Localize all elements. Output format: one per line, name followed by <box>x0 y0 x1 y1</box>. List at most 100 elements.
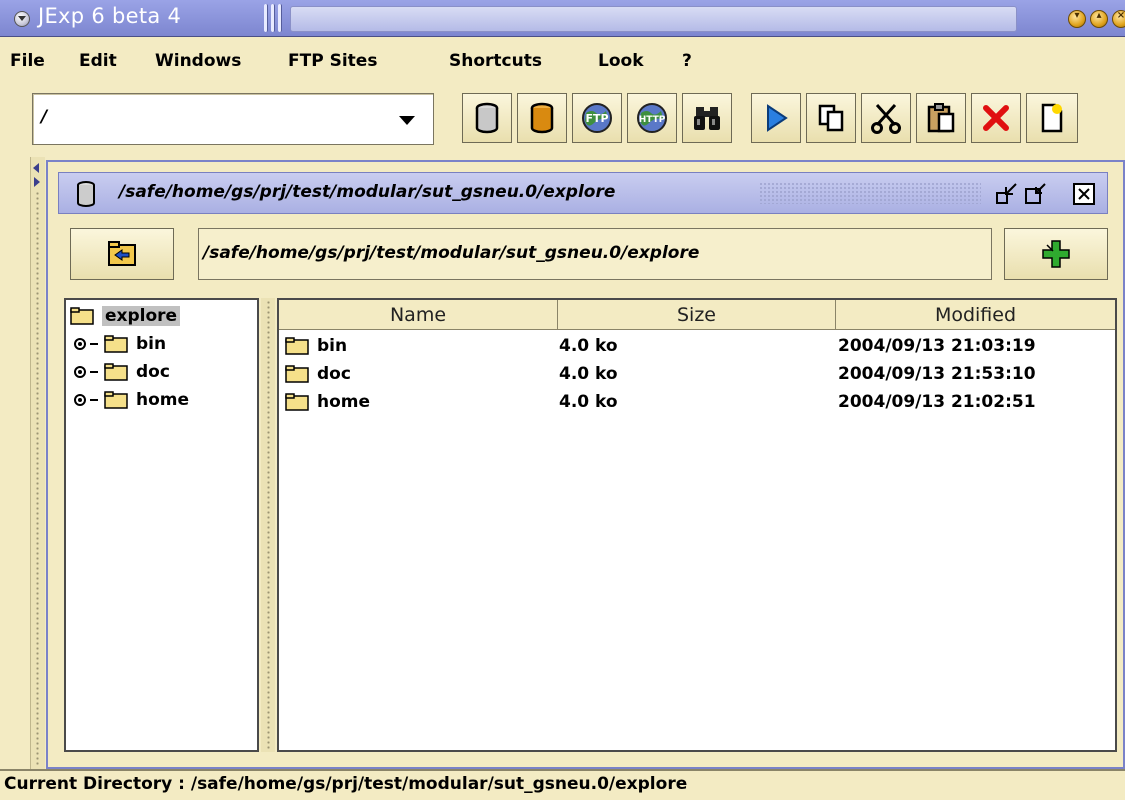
remote-disk-icon <box>530 102 554 134</box>
expand-handle-icon[interactable] <box>74 366 86 378</box>
ftp-globe-icon: FTP <box>582 103 612 133</box>
explorer-frame-titlebar[interactable]: /safe/home/gs/prj/test/modular/sut_gsneu… <box>58 172 1108 214</box>
collapse-left-icon[interactable] <box>33 163 39 173</box>
folder-icon <box>285 365 309 383</box>
cut-scissors-icon <box>871 103 901 134</box>
cut-button[interactable] <box>861 93 911 143</box>
play-arrow-icon <box>767 104 788 132</box>
column-header-size[interactable]: Size <box>558 300 836 330</box>
binoculars-icon <box>694 107 720 130</box>
paste-icon <box>927 103 955 133</box>
menu-edit[interactable]: Edit <box>79 51 117 71</box>
menu-ftp-sites[interactable]: FTP Sites <box>288 51 377 71</box>
column-header-modified[interactable]: Modified <box>836 300 1115 330</box>
tree-label: home <box>136 390 190 410</box>
cell-name: doc <box>285 360 351 388</box>
ftp-button[interactable]: FTP <box>572 93 622 143</box>
parent-folder-button[interactable] <box>70 228 174 280</box>
find-button[interactable] <box>682 93 732 143</box>
window-titlebar[interactable]: JExp 6 beta 4 <box>0 0 1125 37</box>
tree-label: doc <box>136 362 170 382</box>
menu-help[interactable]: ? <box>682 51 692 71</box>
folder-icon <box>104 335 128 353</box>
folder-icon <box>70 307 94 325</box>
new-file-icon <box>1041 103 1063 133</box>
window-menu-icon[interactable] <box>14 11 30 27</box>
close-icon[interactable] <box>1112 10 1125 28</box>
table-row[interactable]: home 4.0 ko 2004/09/13 21:02:51 <box>279 388 1115 416</box>
maximize-icon[interactable] <box>1090 10 1108 28</box>
status-bar: Current Directory : /safe/home/gs/prj/te… <box>0 769 1125 800</box>
path-bar: /safe/home/gs/prj/test/modular/sut_gsneu… <box>58 224 1108 286</box>
http-button[interactable]: HTTP <box>627 93 677 143</box>
tree-node-home[interactable]: home <box>74 388 189 412</box>
expand-handle-icon[interactable] <box>74 338 86 350</box>
menu-windows[interactable]: Windows <box>155 51 241 71</box>
add-location-button[interactable] <box>1004 228 1108 280</box>
new-file-button[interactable] <box>1026 93 1078 143</box>
tree-node-bin[interactable]: bin <box>74 332 166 356</box>
expand-handle-icon[interactable] <box>74 394 86 406</box>
file-modified: 2004/09/13 21:02:51 <box>838 392 1036 412</box>
copy-button[interactable] <box>806 93 856 143</box>
file-name: bin <box>317 336 348 356</box>
chevron-down-icon[interactable] <box>399 116 415 125</box>
cell-name: home <box>285 388 370 416</box>
local-disk-button[interactable] <box>462 93 512 143</box>
path-field[interactable]: /safe/home/gs/prj/test/modular/sut_gsneu… <box>198 228 992 280</box>
file-size: 4.0 ko <box>559 364 618 384</box>
file-size: 4.0 ko <box>559 336 618 356</box>
iconify-icon[interactable] <box>994 181 1020 207</box>
window-title: JExp 6 beta 4 <box>38 4 182 28</box>
add-plus-icon <box>1042 240 1070 268</box>
tree-label: explore <box>102 306 181 326</box>
titlebar-fill <box>290 6 1017 32</box>
file-modified: 2004/09/13 21:53:10 <box>838 364 1036 384</box>
titlebar-grip <box>264 4 284 32</box>
svg-text:FTP: FTP <box>585 112 608 125</box>
folder-up-icon <box>108 241 136 266</box>
tree-label: bin <box>136 334 167 354</box>
file-size: 4.0 ko <box>559 392 618 412</box>
strip-grip <box>35 191 40 766</box>
folder-icon <box>285 337 309 355</box>
tree-node-root[interactable]: explore <box>70 304 181 328</box>
close-icon[interactable] <box>1071 181 1097 207</box>
column-header-name[interactable]: Name <box>279 300 558 330</box>
folder-icon <box>104 391 128 409</box>
svg-text:HTTP: HTTP <box>639 115 666 125</box>
folder-icon <box>285 393 309 411</box>
menu-shortcuts[interactable]: Shortcuts <box>449 51 542 71</box>
folder-icon <box>104 363 128 381</box>
title-pattern <box>759 182 981 204</box>
cell-name: bin <box>285 332 347 360</box>
paste-button[interactable] <box>916 93 966 143</box>
restore-icon[interactable] <box>1023 181 1049 207</box>
folder-tree[interactable]: explore bin doc home <box>64 298 259 752</box>
menu-file[interactable]: File <box>10 51 45 71</box>
file-table[interactable]: Name Size Modified bin 4.0 ko 2004/09/13… <box>277 298 1117 752</box>
delete-button[interactable] <box>971 93 1021 143</box>
tree-node-doc[interactable]: doc <box>74 360 170 384</box>
menubar: File Edit Windows FTP Sites Shortcuts Lo… <box>0 37 1125 86</box>
table-row[interactable]: bin 4.0 ko 2004/09/13 21:03:19 <box>279 332 1115 360</box>
desktop-side-strip[interactable] <box>30 157 45 769</box>
table-row[interactable]: doc 4.0 ko 2004/09/13 21:53:10 <box>279 360 1115 388</box>
file-name: home <box>317 392 371 412</box>
file-name: doc <box>317 364 351 384</box>
expand-right-icon[interactable] <box>34 177 40 187</box>
remote-disk-button[interactable] <box>517 93 567 143</box>
status-text: Current Directory : /safe/home/gs/prj/te… <box>4 774 688 794</box>
run-button[interactable] <box>751 93 801 143</box>
menu-look[interactable]: Look <box>598 51 644 71</box>
pane-splitter[interactable] <box>261 298 275 752</box>
local-disk-icon <box>77 181 95 207</box>
copy-icon <box>818 104 844 132</box>
explorer-frame-title: /safe/home/gs/prj/test/modular/sut_gsneu… <box>119 182 616 202</box>
minimize-icon[interactable] <box>1068 10 1086 28</box>
explorer-frame: /safe/home/gs/prj/test/modular/sut_gsneu… <box>46 160 1125 769</box>
path-value: /safe/home/gs/prj/test/modular/sut_gsneu… <box>203 243 700 263</box>
jexp-window: JExp 6 beta 4 File Edit Windows FTP Site… <box>0 0 1125 800</box>
location-combobox[interactable]: / <box>32 93 434 145</box>
location-value: / <box>41 107 48 127</box>
